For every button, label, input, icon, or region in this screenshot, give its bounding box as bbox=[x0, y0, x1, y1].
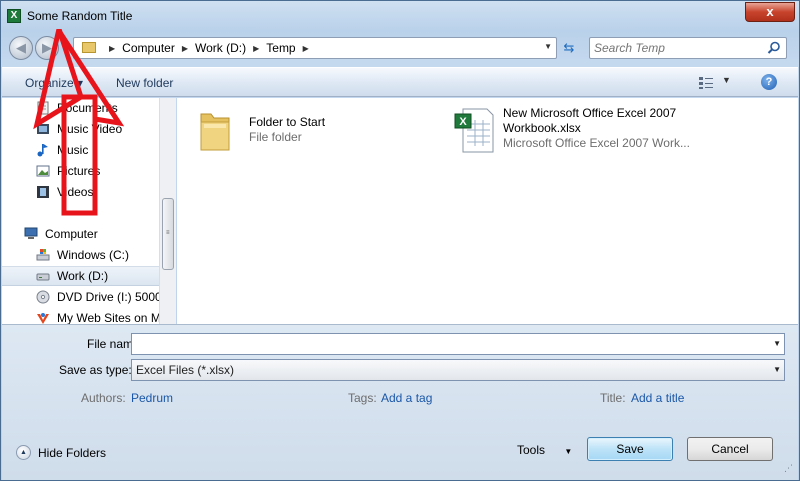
authors-label: Authors: bbox=[81, 391, 126, 405]
address-dropdown-icon[interactable]: ▼ bbox=[544, 42, 552, 51]
sidebar-item-windows-drive[interactable]: Windows (C:) bbox=[2, 245, 159, 265]
svg-text:X: X bbox=[459, 116, 467, 128]
refresh-button[interactable]: ⇆ bbox=[559, 39, 579, 59]
chevron-down-icon: ▼ bbox=[564, 447, 573, 456]
chevron-right-icon[interactable]: ▶ bbox=[182, 44, 188, 53]
title-label: Title: bbox=[600, 391, 626, 405]
save-as-dialog: X Some Random Title x ◀ ▶ ▼ ▶ Computer ▶… bbox=[0, 0, 800, 481]
save-button[interactable]: Save bbox=[587, 437, 673, 461]
close-button[interactable]: x bbox=[745, 2, 795, 22]
tools-button[interactable]: Tools ▼ bbox=[517, 443, 572, 457]
chevron-up-icon: ▲ bbox=[16, 445, 31, 460]
music-icon bbox=[37, 144, 48, 157]
hide-folders-button[interactable]: ▲ Hide Folders bbox=[16, 445, 106, 460]
navigation-pane[interactable]: Documents Music Video Music Pictures Vid… bbox=[2, 98, 159, 324]
view-list-icon bbox=[699, 77, 713, 89]
sidebar-item-computer[interactable]: Computer bbox=[2, 224, 159, 244]
pictures-icon bbox=[36, 165, 50, 177]
folder-icon bbox=[200, 113, 230, 151]
chevron-right-icon[interactable]: ▶ bbox=[303, 44, 309, 53]
save-type-value: Excel Files (*.xlsx) bbox=[136, 363, 235, 377]
sidebar-item-pictures[interactable]: Pictures bbox=[2, 161, 159, 181]
file-type: Microsoft Office Excel 2007 Work... bbox=[503, 136, 690, 150]
computer-icon bbox=[24, 227, 38, 239]
breadcrumb-work-drive[interactable]: Work (D:) bbox=[195, 41, 246, 55]
recent-pages-dropdown[interactable]: ▼ bbox=[61, 43, 68, 50]
search-box[interactable] bbox=[589, 37, 787, 59]
folder-icon bbox=[82, 42, 96, 53]
documents-icon bbox=[37, 101, 49, 115]
breadcrumb-computer[interactable]: Computer bbox=[122, 41, 175, 55]
excel-file-icon: X bbox=[454, 108, 494, 153]
drive-icon bbox=[36, 273, 50, 281]
hide-folders-label: Hide Folders bbox=[38, 445, 107, 460]
save-options-panel: File name: ▼ Save as type: Excel Files (… bbox=[2, 324, 798, 480]
cancel-button[interactable]: Cancel bbox=[687, 437, 773, 461]
title-value[interactable]: Add a title bbox=[631, 391, 684, 405]
address-row: ◀ ▶ ▼ ▶ Computer ▶ Work (D:) ▶ Temp ▶ ▼ … bbox=[1, 33, 799, 63]
back-button[interactable]: ◀ bbox=[9, 36, 33, 60]
save-type-select[interactable]: Excel Files (*.xlsx) ▼ bbox=[131, 359, 785, 381]
resize-grip-icon[interactable]: ⋰ bbox=[784, 464, 796, 478]
web-sites-icon bbox=[37, 313, 49, 324]
window-title: Some Random Title bbox=[27, 9, 133, 23]
sidebar-item-web-sites[interactable]: My Web Sites on M bbox=[2, 308, 159, 324]
dvd-icon bbox=[36, 290, 50, 304]
file-name-combobox[interactable]: ▼ bbox=[131, 333, 785, 355]
search-input[interactable] bbox=[594, 40, 764, 56]
breadcrumb: ▶ Computer ▶ Work (D:) ▶ Temp ▶ bbox=[102, 41, 316, 55]
videos-icon bbox=[37, 186, 49, 198]
sidebar-item-label: Work (D:) bbox=[57, 269, 109, 283]
address-bar[interactable]: ▶ Computer ▶ Work (D:) ▶ Temp ▶ ▼ bbox=[73, 37, 557, 59]
view-options-button[interactable]: ▼ bbox=[698, 74, 731, 92]
tags-value[interactable]: Add a tag bbox=[381, 391, 432, 405]
file-name: Folder to Start bbox=[249, 115, 326, 129]
file-item-folder[interactable]: Folder to Start File folder bbox=[197, 106, 325, 154]
chevron-right-icon[interactable]: ▶ bbox=[109, 44, 115, 53]
sidebar-item-label: Music bbox=[57, 143, 89, 157]
help-icon[interactable]: ? bbox=[761, 74, 777, 90]
grip-icon: ≡ bbox=[166, 230, 170, 236]
title-bar: X Some Random Title x bbox=[1, 1, 799, 31]
sidebar-item-documents[interactable]: Documents bbox=[2, 98, 159, 118]
sidebar-item-label: Windows (C:) bbox=[57, 248, 130, 262]
sidebar-item-label: Computer bbox=[45, 227, 98, 241]
file-type: File folder bbox=[249, 130, 302, 144]
sidebar-item-music-video[interactable]: Music Video bbox=[2, 119, 159, 139]
save-type-label: Save as type: bbox=[59, 363, 132, 377]
file-name-line1: New Microsoft Office Excel 2007 bbox=[503, 106, 677, 120]
file-item-excel[interactable]: X New Microsoft Office Excel 2007 Workbo… bbox=[453, 106, 690, 154]
chevron-down-icon[interactable]: ▼ bbox=[773, 365, 781, 374]
excel-app-icon: X bbox=[7, 9, 21, 23]
new-folder-button[interactable]: New folder bbox=[116, 76, 173, 90]
navigation-scrollbar[interactable]: ≡ bbox=[159, 98, 176, 324]
sidebar-item-dvd-drive[interactable]: DVD Drive (I:) 5000 bbox=[2, 287, 159, 307]
forward-button[interactable]: ▶ bbox=[35, 36, 59, 60]
file-name-line2: Workbook.xlsx bbox=[503, 121, 581, 135]
organize-button[interactable]: Organize ▾ bbox=[25, 76, 83, 90]
sidebar-item-label: My Web Sites on M bbox=[57, 311, 159, 324]
tags-label: Tags: bbox=[348, 391, 377, 405]
view-dropdown-icon: ▼ bbox=[722, 75, 731, 85]
sidebar-item-label: Documents bbox=[57, 101, 118, 115]
file-name-input[interactable] bbox=[135, 336, 755, 352]
search-icon[interactable] bbox=[767, 41, 781, 55]
sidebar-item-videos[interactable]: Videos bbox=[2, 182, 159, 202]
chevron-down-icon[interactable]: ▼ bbox=[773, 339, 781, 348]
breadcrumb-temp[interactable]: Temp bbox=[266, 41, 295, 55]
authors-value[interactable]: Pedrum bbox=[131, 391, 173, 405]
sidebar-item-label: Videos bbox=[57, 185, 94, 199]
sidebar-item-work-drive[interactable]: Work (D:) bbox=[2, 266, 159, 286]
sidebar-item-label: Pictures bbox=[57, 164, 101, 178]
command-toolbar: Organize ▾ New folder ▼ ? bbox=[2, 67, 798, 97]
file-list-pane[interactable]: Folder to Start File folder X New Micros… bbox=[177, 98, 798, 324]
sidebar-item-label: DVD Drive (I:) 5000 bbox=[57, 290, 159, 304]
tools-label: Tools bbox=[517, 443, 546, 457]
sidebar-item-music[interactable]: Music bbox=[2, 140, 159, 160]
chevron-right-icon[interactable]: ▶ bbox=[253, 44, 259, 53]
windows-drive-icon bbox=[36, 249, 50, 261]
scroll-thumb[interactable]: ≡ bbox=[162, 198, 174, 270]
sidebar-item-label: Music Video bbox=[57, 122, 123, 136]
video-icon bbox=[37, 124, 49, 134]
